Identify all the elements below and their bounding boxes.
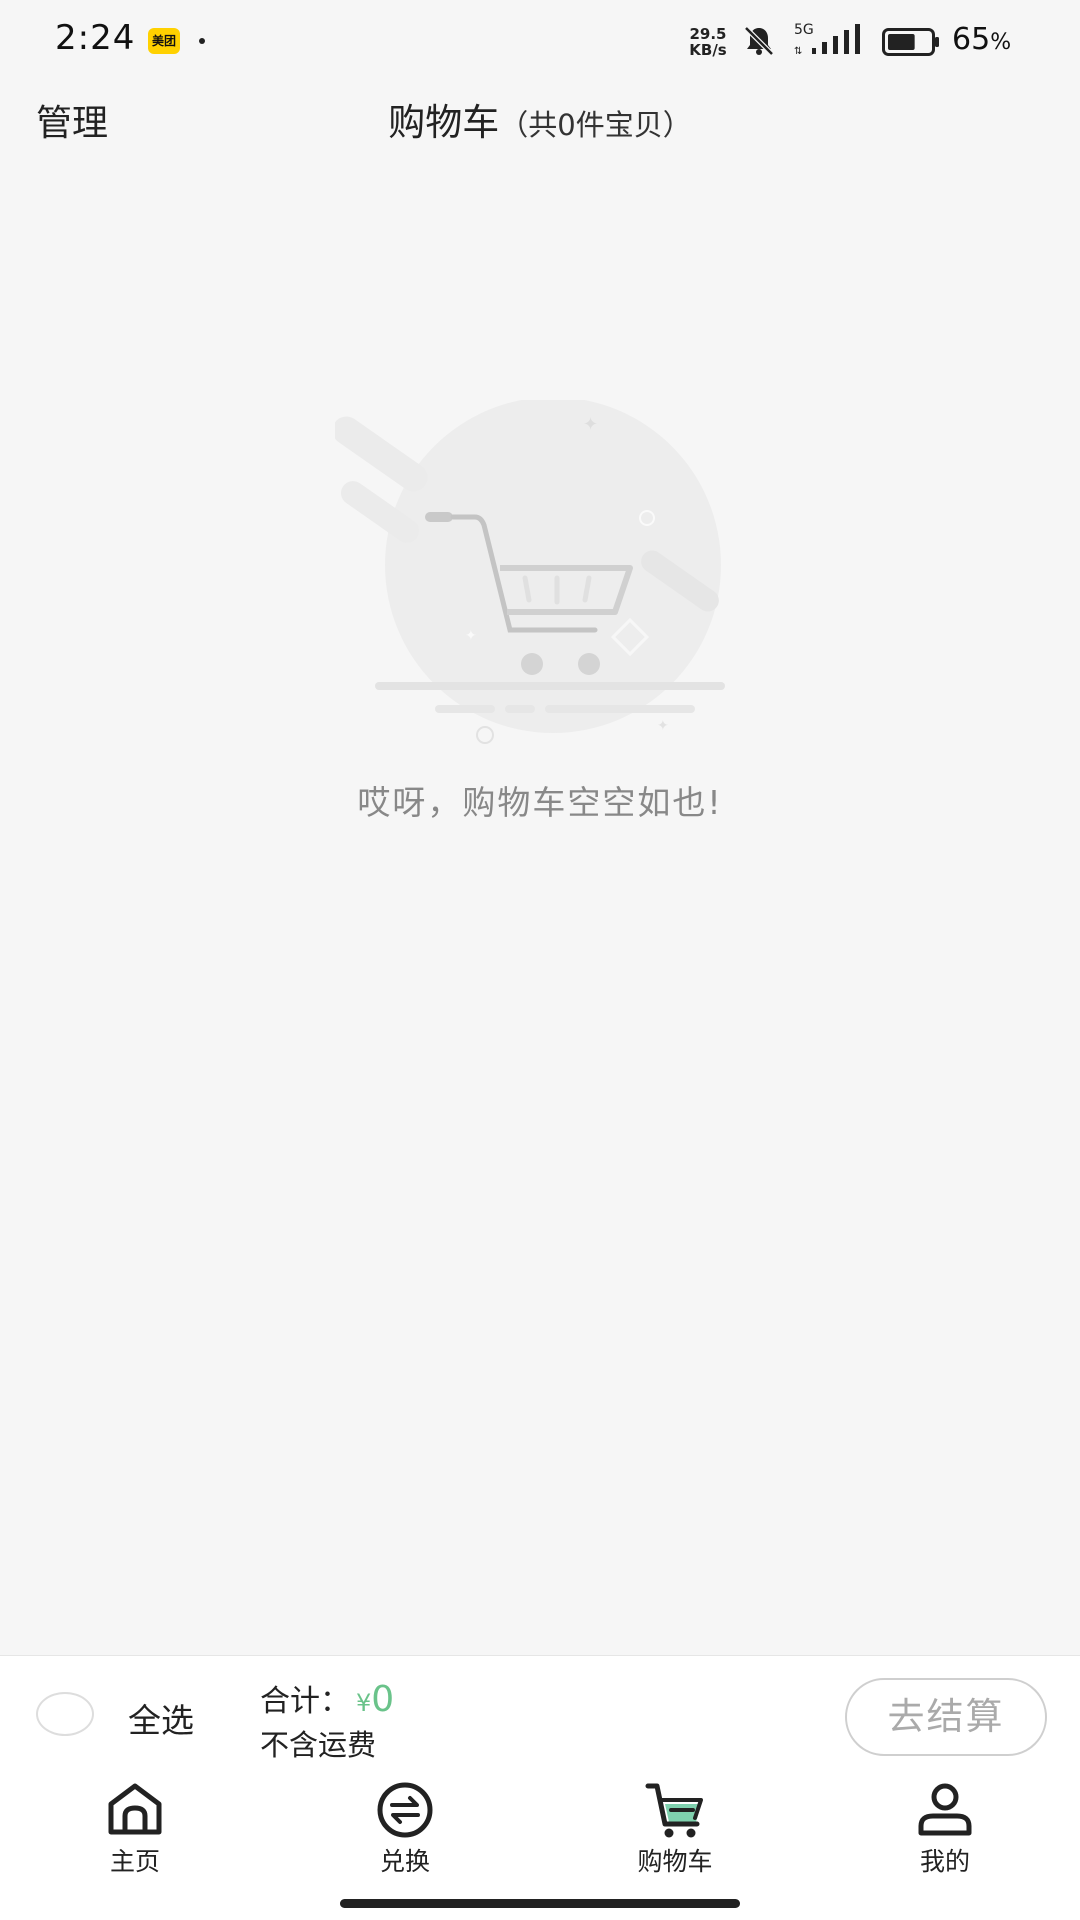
page-title-text: 购物车 [388,101,500,144]
network-speed-unit: KB/s [689,41,727,59]
network-speed-value: 29.5 [689,25,727,43]
svg-text:✦: ✦ [583,414,598,435]
signal-icon: ⇅ [794,24,860,57]
home-indicator[interactable] [340,1899,740,1908]
home-icon [108,1783,162,1835]
notification-dot [199,38,205,44]
tab-mine[interactable]: 我的 [845,1770,1045,1880]
battery-icon [882,28,939,56]
total-amount: 0 [371,1679,395,1720]
bell-muted-icon [744,26,774,56]
meituan-notification-icon: 美团 [148,28,180,54]
user-icon [918,1783,972,1836]
select-all-checkbox[interactable] [36,1692,94,1736]
currency-symbol: ¥ [356,1689,372,1717]
battery-percentage: 65% [952,22,1012,57]
page-title: 购物车（共0件宝贝） [0,92,1080,146]
network-speed: 29.5 KB/s [682,26,734,58]
exchange-icon [377,1782,433,1838]
empty-cart-message: 哎呀，购物车空空如也! [357,783,723,822]
tab-exchange-label: 兑换 [379,1847,430,1876]
cart-header: 管理 购物车（共0件宝贝） [0,80,1080,160]
status-time: 2:24 [55,18,136,58]
checkout-bar: 全选 合计： ¥0 不含运费 去结算 [0,1655,1080,1771]
svg-text:✦: ✦ [465,628,477,644]
tab-cart[interactable]: 购物车 [575,1770,775,1880]
empty-cart-icon: ✦ ✦ ✦ [335,400,725,744]
shipping-note: 不含运费 [260,1728,377,1762]
tab-mine-label: 我的 [919,1847,970,1876]
tab-exchange[interactable]: 兑换 [305,1770,505,1880]
tab-home[interactable]: 主页 [35,1770,235,1880]
select-all-label[interactable]: 全选 [128,1694,194,1742]
svg-text:⇅: ⇅ [794,46,802,57]
item-count-subtitle: （共0件宝贝） [499,108,692,142]
total-label: 合计： [260,1684,350,1719]
tab-cart-label: 购物车 [637,1847,713,1876]
checkout-button[interactable]: 去结算 [845,1678,1047,1756]
cart-screen: 2:24 美团 29.5 KB/s 5G ⇅ 65% 管理 购物车（共0件宝贝）… [0,0,1080,1920]
bottom-tab-bar: 主页 兑换 购物车 我的 [0,1770,1080,1920]
total-price: 合计： ¥0 [260,1676,394,1720]
svg-text:✦: ✦ [657,718,669,734]
cart-icon [645,1783,703,1838]
status-bar: 2:24 美团 29.5 KB/s 5G ⇅ 65% [0,0,1080,80]
tab-home-label: 主页 [109,1847,160,1876]
